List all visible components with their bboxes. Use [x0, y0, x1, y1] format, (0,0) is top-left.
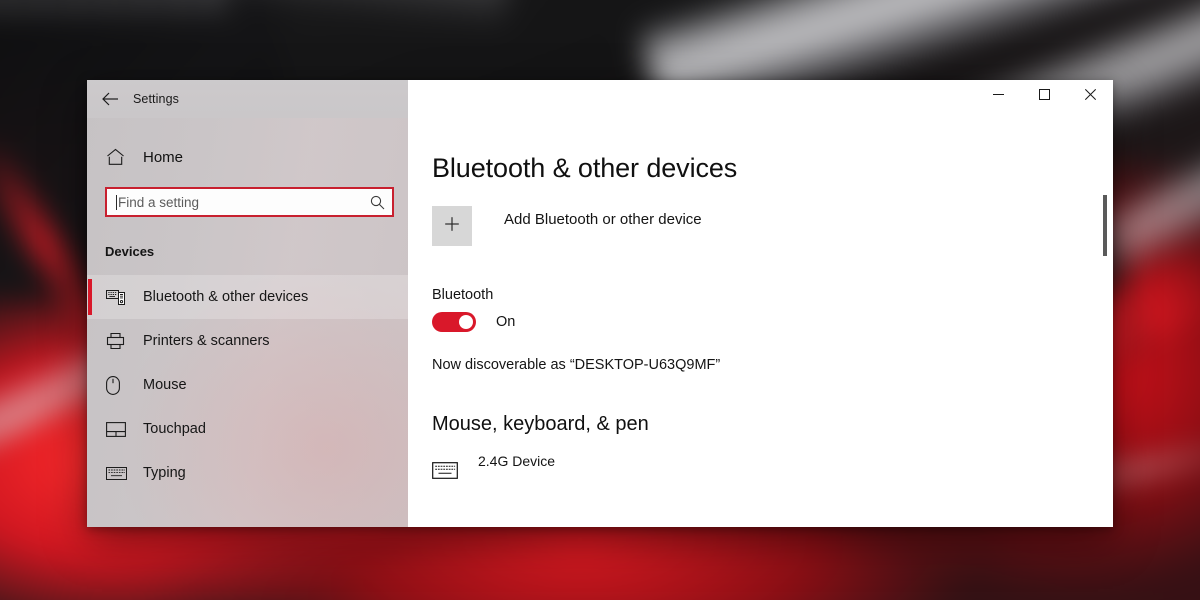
home-icon [106, 148, 134, 166]
back-button[interactable] [87, 80, 133, 118]
maximize-icon [1038, 87, 1050, 105]
main-content: Bluetooth & other devices Add Bluetooth … [408, 118, 1113, 527]
sidebar-item-label: Printers & scanners [143, 333, 270, 349]
device-name: 2.4G Device [478, 452, 556, 469]
add-device-label: Add Bluetooth or other device [504, 211, 702, 228]
bluetooth-toggle[interactable] [432, 312, 476, 332]
close-button[interactable] [1067, 80, 1113, 112]
sidebar-item-typing[interactable]: Typing [87, 451, 408, 495]
sidebar-nav-list: Bluetooth & other devices Printers & sca… [87, 275, 408, 495]
main-scrollbar[interactable] [1103, 118, 1107, 527]
title-bar-left: Settings [87, 80, 408, 118]
sidebar-item-printers-and-scanners[interactable]: Printers & scanners [87, 319, 408, 363]
plus-icon [444, 216, 460, 237]
minimize-button[interactable] [975, 80, 1021, 112]
touchpad-icon [106, 421, 134, 437]
maximize-button[interactable] [1021, 80, 1067, 112]
title-bar: Settings [87, 80, 1113, 118]
mouse-keyboard-pen-heading: Mouse, keyboard, & pen [432, 413, 649, 435]
bluetooth-devices-icon [106, 289, 134, 306]
sidebar-item-label: Mouse [143, 377, 187, 393]
search-input[interactable] [117, 194, 362, 210]
search-icon[interactable] [362, 195, 392, 210]
sidebar-item-touchpad[interactable]: Touchpad [87, 407, 408, 451]
close-icon [1084, 87, 1096, 105]
page-title: Bluetooth & other devices [432, 153, 738, 183]
screen: Settings Home Find a setting Devices Blu… [0, 0, 1200, 600]
window-controls [408, 80, 1113, 118]
back-arrow-icon [101, 92, 119, 106]
sidebar-item-label: Bluetooth & other devices [143, 289, 309, 305]
discoverable-text: Now discoverable as “DESKTOP-U63Q9MF” [432, 357, 721, 373]
bluetooth-section-label: Bluetooth [432, 287, 494, 303]
sidebar-item-label: Touchpad [143, 421, 206, 437]
mouse-icon [106, 375, 134, 395]
settings-window: Settings Home Find a setting Devices Blu… [87, 80, 1113, 527]
search-box[interactable] [105, 187, 394, 217]
add-device-button[interactable] [432, 206, 472, 246]
keyboard-icon [106, 466, 134, 480]
printer-icon [106, 332, 134, 350]
minimize-icon [992, 87, 1004, 105]
sidebar-home-label: Home [143, 148, 184, 166]
add-device-row[interactable]: Add Bluetooth or other device [432, 206, 1113, 246]
bluetooth-toggle-state: On [496, 314, 516, 330]
sidebar-item-bluetooth-and-other-devices[interactable]: Bluetooth & other devices [87, 275, 408, 319]
bluetooth-toggle-row[interactable]: On [432, 312, 1113, 332]
keyboard-icon [432, 458, 466, 484]
sidebar-item-mouse[interactable]: Mouse [87, 363, 408, 407]
sidebar-item-label: Typing [143, 465, 186, 481]
sidebar: Home Devices [87, 118, 408, 527]
scrollbar-thumb[interactable] [1103, 195, 1107, 256]
toggle-knob [459, 315, 473, 329]
device-list-item[interactable]: 2.4G Device [432, 453, 1113, 484]
app-title: Settings [133, 92, 179, 106]
sidebar-item-home[interactable]: Home [87, 138, 408, 176]
sidebar-group-title: Devices [105, 244, 155, 259]
